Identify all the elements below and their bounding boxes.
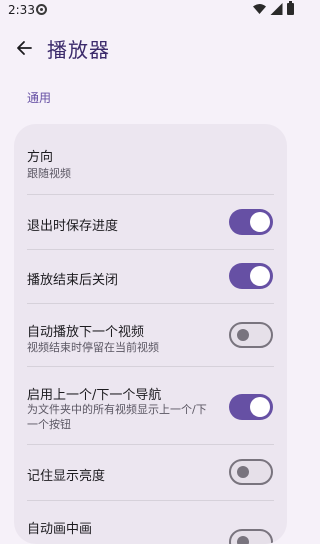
settings-card: 方向 跟随视频 退出时保存进度 播放结束后关闭 自动播放下一个视频 视频结束时停… [14,124,287,544]
setting-subtitle: 为文件夹中的所有视频显示上一个/下一个按钮 [27,403,207,431]
setting-title: 退出时保存进度 [27,219,119,234]
auto-pip-toggle[interactable] [229,529,273,544]
section-label-general: 通用 [27,91,52,105]
notification-icon [36,4,47,15]
setting-save-progress[interactable]: 退出时保存进度 [14,195,287,249]
save-progress-toggle[interactable] [229,209,273,235]
setting-orientation[interactable]: 方向 跟随视频 [14,124,287,194]
signal-icon [270,3,283,15]
battery-icon [287,1,294,15]
toggle-knob [237,329,249,341]
remember-brightness-toggle[interactable] [229,459,273,485]
toggle-knob [250,212,270,232]
prev-next-navigation-toggle[interactable] [229,394,273,420]
setting-remember-brightness[interactable]: 记住显示亮度 [14,445,287,500]
wifi-icon [253,4,266,14]
page-title: 播放器 [47,38,110,62]
setting-prev-next-navigation[interactable]: 启用上一个/下一个导航 为文件夹中的所有视频显示上一个/下一个按钮 [14,367,287,444]
autoplay-next-toggle[interactable] [229,322,273,348]
close-after-playback-toggle[interactable] [229,263,273,289]
setting-subtitle: 跟随视频 [27,167,71,180]
toggle-knob [250,397,270,417]
toggle-knob [250,266,270,286]
setting-title: 记住显示亮度 [27,469,106,484]
setting-title: 方向 [27,150,54,165]
setting-title: 自动画中画 [27,522,93,537]
setting-close-after-playback[interactable]: 播放结束后关闭 [14,250,287,303]
setting-subtitle: 视频结束时停留在当前视频 [27,341,159,354]
toggle-knob [237,536,249,544]
status-bar: 2:33 [0,0,300,22]
arrow-back-icon [17,41,32,55]
back-button[interactable] [8,32,40,64]
setting-title: 自动播放下一个视频 [27,325,145,340]
setting-autoplay-next[interactable]: 自动播放下一个视频 视频结束时停留在当前视频 [14,304,287,366]
toggle-knob [237,466,249,478]
setting-title: 播放结束后关闭 [27,273,119,288]
setting-auto-pip[interactable]: 自动画中画 [14,501,287,544]
status-time: 2:33 [8,3,35,17]
top-app-bar: 播放器 [0,28,300,68]
setting-title: 启用上一个/下一个导航 [27,388,162,403]
